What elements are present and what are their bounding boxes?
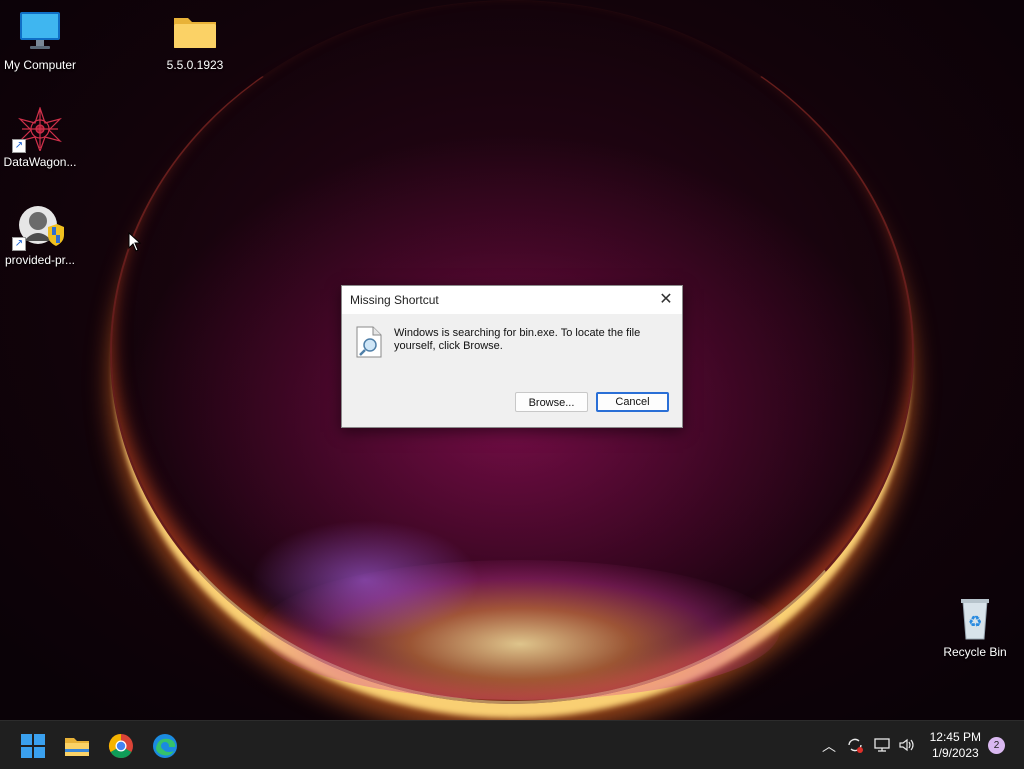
monitor-icon — [16, 10, 64, 54]
start-icon[interactable] — [20, 733, 46, 759]
shortcut-arrow-icon: ↗ — [12, 139, 26, 153]
taskbar-clock[interactable]: 12:45 PM 1/9/2023 — [930, 729, 981, 761]
desktop-icon-folder[interactable]: 5.5.0.1923 — [155, 10, 235, 72]
mouse-cursor-icon — [128, 232, 142, 252]
file-explorer-icon[interactable] — [64, 733, 90, 759]
close-icon[interactable]: ✕ — [656, 290, 676, 310]
dialog-message: Windows is searching for bin.exe. To loc… — [394, 327, 641, 352]
taskbar: ︿ 12:45 PM 1/9/2023 2 — [0, 720, 1024, 769]
svg-text:♻: ♻ — [968, 612, 982, 631]
cancel-button[interactable]: Cancel — [596, 392, 669, 412]
missing-shortcut-dialog: Missing Shortcut ✕ Windows is searching … — [341, 285, 683, 428]
clock-time: 12:45 PM — [929, 730, 981, 744]
edge-icon[interactable] — [152, 733, 178, 759]
chrome-icon[interactable] — [108, 733, 134, 759]
datawagon-icon: ↗ — [12, 106, 64, 153]
desktop-icon-label: My Computer — [3, 58, 77, 72]
desktop-icon-label: Recycle Bin — [943, 645, 1007, 659]
browse-button[interactable]: Browse... — [515, 392, 588, 412]
desktop-icon-my-computer[interactable]: My Computer — [0, 10, 80, 72]
desktop-icon-label: 5.5.0.1923 — [166, 58, 224, 72]
volume-icon[interactable] — [898, 736, 916, 754]
sync-icon[interactable] — [846, 736, 864, 754]
desktop-icon-provided[interactable]: ↗ provided-pr... — [0, 205, 80, 267]
shortcut-arrow-icon: ↗ — [12, 237, 26, 251]
clock-date: 1/9/2023 — [931, 746, 979, 760]
dialog-title: Missing Shortcut — [350, 293, 439, 307]
desktop: My Computer 5.5.0.1923 ↗ DataWagon... ↗ … — [0, 0, 1024, 720]
recycle-bin-icon: ♻ — [951, 597, 999, 641]
desktop-icon-recycle-bin[interactable]: ♻ Recycle Bin — [935, 597, 1015, 659]
desktop-icon-datawagon[interactable]: ↗ DataWagon... — [0, 106, 80, 169]
notification-badge[interactable]: 2 — [988, 737, 1005, 754]
user-shield-icon: ↗ — [12, 205, 64, 251]
dialog-titlebar[interactable]: Missing Shortcut ✕ — [342, 286, 682, 314]
document-search-icon — [356, 326, 382, 358]
network-icon[interactable] — [873, 736, 891, 754]
wallpaper-glow-purple — [250, 520, 480, 640]
desktop-icon-label: DataWagon... — [3, 155, 77, 169]
chevron-up-icon[interactable]: ︿ — [822, 736, 836, 756]
folder-icon — [171, 10, 219, 54]
desktop-icon-label: provided-pr... — [4, 253, 76, 267]
